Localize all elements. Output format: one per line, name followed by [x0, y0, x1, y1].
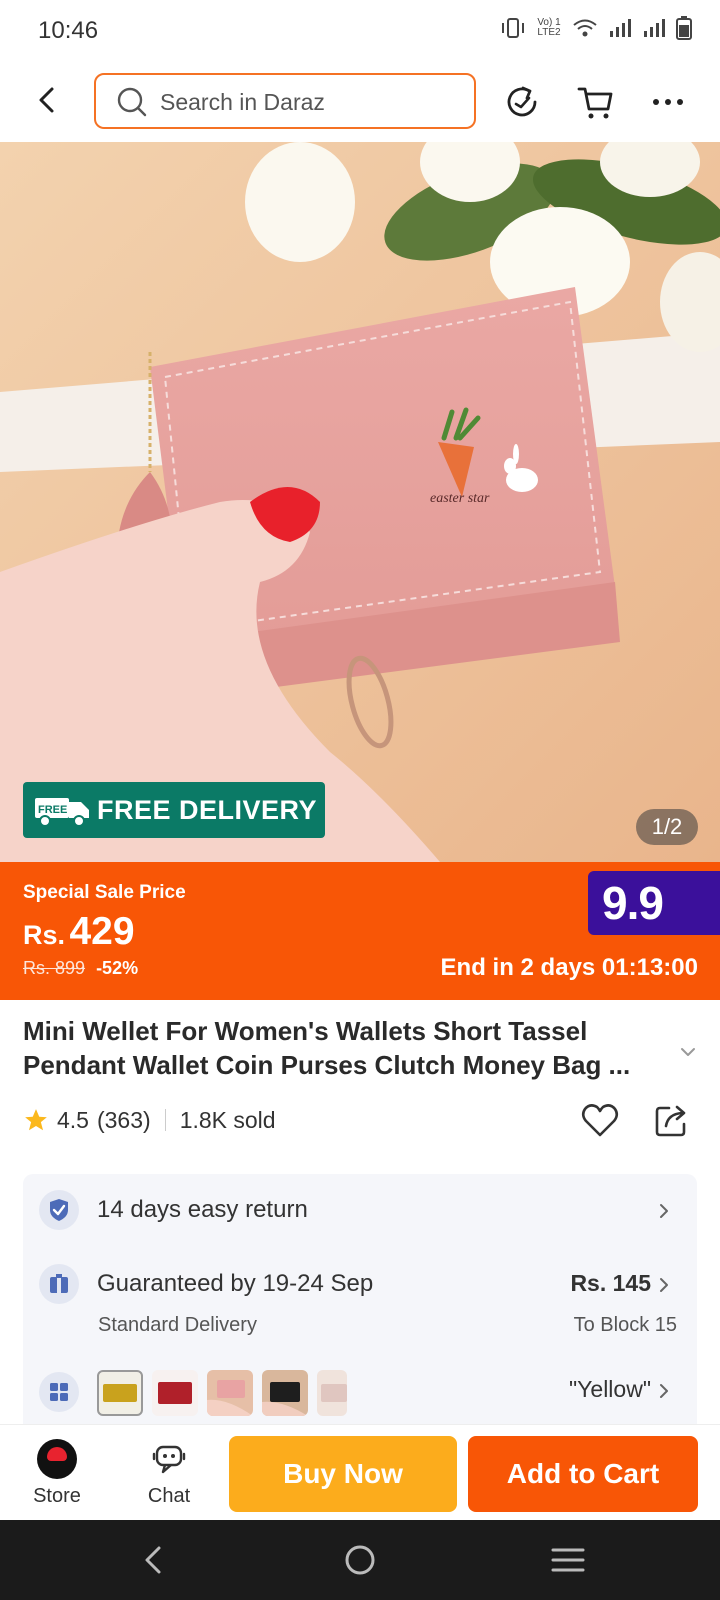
system-nav-bar — [0, 1520, 720, 1600]
swatch-yellow[interactable] — [97, 1370, 143, 1416]
network-label: Vo) 1 LTE2 — [537, 17, 561, 38]
vibrate-icon — [502, 18, 524, 38]
price-currency: Rs. — [23, 920, 66, 950]
free-delivery-text: FREE DELIVERY — [97, 794, 318, 825]
top-header — [0, 60, 720, 142]
rating-value: 4.5 — [57, 1106, 89, 1133]
delivery-truck-icon: FREE — [35, 798, 89, 827]
delivery-fee: Rs. 145 — [570, 1270, 651, 1296]
rating-row[interactable]: 4.5 (363) 1.8K sold — [23, 1100, 276, 1140]
cart-icon[interactable] — [576, 82, 616, 122]
variant-row[interactable]: "Yellow" — [23, 1350, 697, 1434]
service-info-card: 14 days easy return Guaranteed by 19-24 … — [23, 1174, 697, 1434]
battery-icon — [676, 16, 692, 40]
swatch-red[interactable] — [152, 1370, 198, 1416]
selected-variant: "Yellow" — [569, 1376, 651, 1402]
add-to-cart-button[interactable]: Add to Cart — [468, 1436, 698, 1512]
more-options-icon[interactable] — [648, 82, 688, 122]
store-button[interactable]: Store — [22, 1435, 92, 1513]
original-price: Rs. 899 — [23, 958, 86, 978]
chat-button[interactable]: Chat — [134, 1435, 204, 1513]
sale-countdown: End in 2 days 01:13:00 — [440, 954, 698, 981]
product-title[interactable]: Mini Wellet For Women's Wallets Short Ta… — [23, 1014, 663, 1082]
free-delivery-badge: FREE FREE DELIVERY — [23, 782, 325, 838]
status-bar: 10:46 Vo) 1 LTE2 — [0, 0, 720, 60]
signal-icon — [610, 19, 631, 37]
swatch-pink[interactable] — [207, 1370, 253, 1416]
chat-label: Chat — [147, 1485, 191, 1507]
system-recents-icon[interactable] — [548, 1540, 588, 1580]
divider — [164, 1109, 166, 1131]
buy-now-button[interactable]: Buy Now — [229, 1436, 457, 1512]
bottom-action-bar: Store Chat Buy Now Add to Cart — [0, 1424, 720, 1520]
discount-percent: -52% — [96, 958, 139, 978]
image-counter: 1/2 — [636, 809, 698, 845]
wishlist-heart-icon[interactable] — [580, 1100, 620, 1140]
grid-icon — [39, 1372, 79, 1412]
delivery-date-text: Guaranteed by 19-24 Sep — [97, 1270, 374, 1297]
price-bar: Special Sale Price Rs. 429 Rs. 899 -52% … — [0, 862, 720, 1000]
back-arrow-icon[interactable] — [30, 82, 66, 118]
share-icon[interactable] — [652, 1100, 692, 1140]
product-photo: easter star — [0, 142, 720, 862]
variant-swatches — [97, 1370, 347, 1416]
sale-event-text: 9.9 — [602, 877, 664, 929]
system-back-icon[interactable] — [134, 1540, 174, 1580]
wallet-script-text: easter star — [430, 491, 490, 506]
delivery-type-text: Standard Delivery — [98, 1314, 257, 1336]
chat-bot-icon — [152, 1445, 186, 1474]
package-icon — [39, 1264, 79, 1304]
system-home-icon[interactable] — [340, 1540, 380, 1580]
chevron-right-icon — [660, 1204, 668, 1218]
swatch-more[interactable] — [317, 1370, 347, 1416]
price-value: 429 — [69, 910, 135, 953]
signal-icon-2 — [644, 19, 665, 37]
rating-count: (363) — [96, 1106, 151, 1133]
star-icon — [25, 1109, 47, 1131]
search-icon — [117, 87, 147, 117]
refresh-icon[interactable] — [502, 82, 542, 122]
truck-label: FREE — [38, 804, 67, 816]
status-icons: Vo) 1 LTE2 — [500, 16, 692, 40]
store-logo — [37, 1439, 77, 1479]
search-input[interactable] — [160, 83, 460, 121]
store-label: Store — [33, 1485, 81, 1507]
swatch-black[interactable] — [262, 1370, 308, 1416]
return-policy-text: 14 days easy return — [97, 1196, 308, 1223]
special-sale-label: Special Sale Price — [23, 882, 186, 903]
return-policy-row[interactable]: 14 days easy return — [23, 1174, 697, 1246]
current-price: Rs. 429 — [23, 910, 135, 954]
status-time: 10:46 — [38, 17, 99, 44]
sale-event-badge: 9.9 — [588, 871, 720, 935]
original-price-row: Rs. 899 -52% — [23, 958, 138, 979]
wifi-icon — [573, 19, 597, 37]
chevron-down-icon[interactable] — [676, 1040, 700, 1064]
delivery-location: To Block 15 — [573, 1314, 677, 1336]
sold-count: 1.8K sold — [179, 1106, 276, 1133]
product-image-carousel[interactable]: easter star — [0, 142, 720, 862]
chevron-right-icon — [660, 1278, 668, 1292]
shield-check-icon — [39, 1190, 79, 1230]
chevron-right-icon — [660, 1384, 668, 1398]
search-box[interactable] — [94, 73, 476, 129]
delivery-row[interactable]: Guaranteed by 19-24 Sep Standard Deliver… — [23, 1250, 697, 1350]
